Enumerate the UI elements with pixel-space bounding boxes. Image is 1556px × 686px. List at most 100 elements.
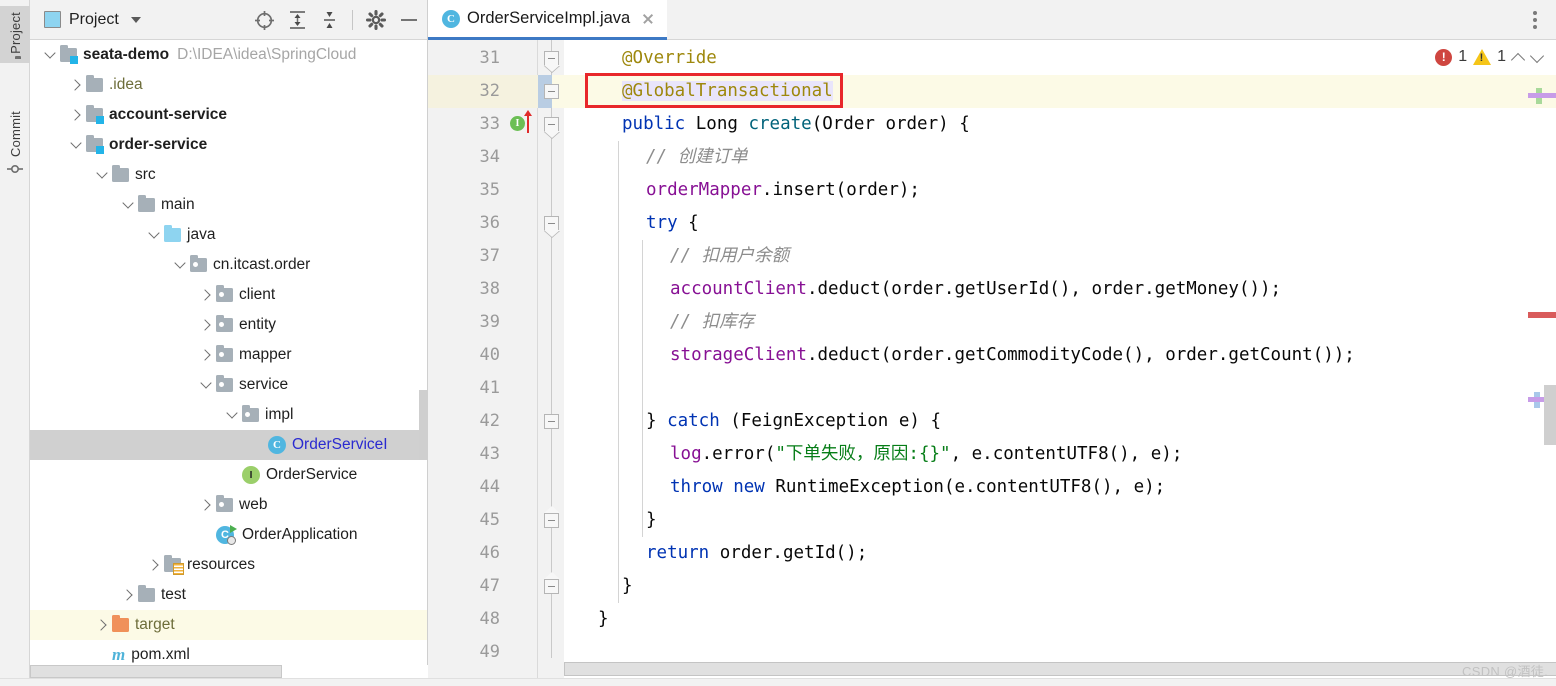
chevron-down-icon[interactable]: [94, 167, 110, 183]
code-line-44[interactable]: 44 throw new RuntimeException(e.contentUT…: [428, 471, 1556, 504]
project-tree-vertical-scrollbar[interactable]: [419, 390, 427, 460]
tree-node-icon: m: [112, 645, 125, 665]
chevron-down-icon[interactable]: [198, 377, 214, 393]
fold-marker[interactable]: [544, 216, 559, 231]
more-options-icon[interactable]: [1526, 10, 1544, 30]
tree-node-icon: [86, 105, 104, 124]
tree-node-impl[interactable]: impl: [30, 400, 427, 430]
code-line-38[interactable]: 38 accountClient.deduct(order.getUserId()…: [428, 273, 1556, 306]
code-line-42[interactable]: 42} catch (FeignException e) {: [428, 405, 1556, 438]
code-editor[interactable]: 31 @Override 32 @GlobalTransactional 33 Ipubl…: [428, 40, 1556, 686]
tree-node-service[interactable]: service: [30, 370, 427, 400]
chevron-right-icon[interactable]: [198, 497, 214, 513]
resources-folder-icon: [164, 555, 184, 575]
package-icon: [242, 405, 259, 422]
source-folder-icon: [164, 225, 181, 242]
tree-node-cn-itcast-order[interactable]: cn.itcast.order: [30, 250, 427, 280]
project-view-selector[interactable]: Project: [44, 11, 141, 29]
code-line-48[interactable]: 48}: [428, 603, 1556, 636]
code-text: storageClient.deduct(order.getCommodityC…: [670, 345, 1355, 365]
folder-icon: [112, 165, 129, 182]
module-folder-icon: [60, 45, 78, 64]
tree-node-entity[interactable]: entity: [30, 310, 427, 340]
tree-node-target[interactable]: target: [30, 610, 427, 640]
tree-node-orderservice[interactable]: I OrderService: [30, 460, 427, 490]
gear-icon[interactable]: [366, 10, 386, 30]
fold-marker[interactable]: [544, 84, 559, 99]
locate-icon[interactable]: [254, 10, 275, 31]
project-tree-horizontal-scrollbar[interactable]: [30, 665, 282, 678]
code-line-35[interactable]: 35 orderMapper.insert(order);: [428, 174, 1556, 207]
scrollbar-thumb[interactable]: [1544, 385, 1556, 445]
chevron-down-icon[interactable]: [172, 257, 188, 273]
chevron-right-icon[interactable]: [198, 347, 214, 363]
tree-node-order-service[interactable]: order-service: [30, 130, 427, 160]
chevron-right-icon[interactable]: [68, 107, 84, 123]
code-line-37[interactable]: 37 // 扣用户余额: [428, 240, 1556, 273]
tree-node-mapper[interactable]: mapper: [30, 340, 427, 370]
fold-marker[interactable]: [544, 414, 559, 429]
tree-node-seata-demo[interactable]: seata-demo D:\IDEA\idea\SpringCloud: [30, 40, 427, 70]
expand-all-icon[interactable]: [288, 10, 307, 30]
chevron-right-icon[interactable]: [68, 77, 84, 93]
tree-node-account-service[interactable]: account-service: [30, 100, 427, 130]
code-line-33[interactable]: 33 Ipublic Long create(Order order) {: [428, 108, 1556, 141]
code-line-31[interactable]: 31 @Override: [428, 42, 1556, 75]
tree-node-src[interactable]: src: [30, 160, 427, 190]
editor-tab-orderserviceimpl[interactable]: C OrderServiceImpl.java: [428, 0, 668, 40]
fold-marker[interactable]: [544, 51, 559, 66]
chevron-down-icon[interactable]: [224, 407, 240, 423]
minimize-icon[interactable]: [399, 10, 419, 30]
code-line-39[interactable]: 39 // 扣库存: [428, 306, 1556, 339]
chevron-down-icon[interactable]: [120, 197, 136, 213]
chevron-right-icon[interactable]: [146, 557, 162, 573]
code-text: try {: [646, 213, 699, 233]
runnable-class-icon: C: [216, 525, 237, 545]
code-line-46[interactable]: 46 return order.getId();: [428, 537, 1556, 570]
fold-marker[interactable]: [544, 117, 559, 132]
tree-node-main[interactable]: main: [30, 190, 427, 220]
code-text: // 扣库存: [670, 312, 755, 332]
code-line-40[interactable]: 40 storageClient.deduct(order.getCommodit…: [428, 339, 1556, 372]
code-line-41[interactable]: 41: [428, 372, 1556, 405]
code-line-34[interactable]: 34 // 创建订单: [428, 141, 1556, 174]
fold-marker[interactable]: [544, 572, 560, 594]
code-line-36[interactable]: 36 try {: [428, 207, 1556, 240]
tree-node-java[interactable]: java: [30, 220, 427, 250]
collapse-all-icon[interactable]: [320, 10, 339, 30]
tool-window-button-project[interactable]: Project: [0, 6, 30, 63]
chevron-up-icon[interactable]: [1512, 51, 1525, 64]
excluded-folder-icon: [112, 615, 129, 632]
tree-node-web[interactable]: web: [30, 490, 427, 520]
tree-node--idea[interactable]: .idea: [30, 70, 427, 100]
code-line-43[interactable]: 43 log.error("下单失败，原因:{}", e.contentUTF8(…: [428, 438, 1556, 471]
code-line-32[interactable]: 32 @GlobalTransactional: [428, 75, 1556, 108]
tree-node-orderapplication[interactable]: C OrderApplication: [30, 520, 427, 550]
code-line-45[interactable]: 45}: [428, 504, 1556, 537]
code-line-47[interactable]: 47}: [428, 570, 1556, 603]
inspection-status-widget[interactable]: ! 1 1: [1435, 48, 1544, 66]
chevron-right-icon[interactable]: [94, 617, 110, 633]
tree-node-label: src: [135, 166, 156, 183]
marker-gutter[interactable]: [1528, 40, 1556, 686]
chevron-down-icon[interactable]: [42, 47, 58, 63]
gutter-implements-marker[interactable]: I: [510, 110, 532, 133]
tree-node-resources[interactable]: resources: [30, 550, 427, 580]
watermark-text: CSDN @酒徒.: [1462, 664, 1548, 679]
chevron-down-icon[interactable]: [146, 227, 162, 243]
chevron-down-icon[interactable]: [130, 16, 141, 23]
tree-node-client[interactable]: client: [30, 280, 427, 310]
editor-horizontal-scrollbar[interactable]: [564, 662, 1556, 676]
chevron-right-icon[interactable]: [198, 317, 214, 333]
chevron-right-icon[interactable]: [198, 287, 214, 303]
tree-node-orderservicei[interactable]: C OrderServiceI: [30, 430, 427, 460]
chevron-right-icon[interactable]: [120, 587, 136, 603]
close-icon[interactable]: [641, 12, 655, 26]
project-tree[interactable]: seata-demo D:\IDEA\idea\SpringCloud .idea a…: [30, 40, 427, 686]
chevron-down-icon[interactable]: [68, 137, 84, 153]
tool-window-button-commit[interactable]: Commit: [0, 105, 30, 185]
fold-marker[interactable]: [544, 506, 560, 528]
tree-node-test[interactable]: test: [30, 580, 427, 610]
warning-icon: [1473, 49, 1492, 65]
